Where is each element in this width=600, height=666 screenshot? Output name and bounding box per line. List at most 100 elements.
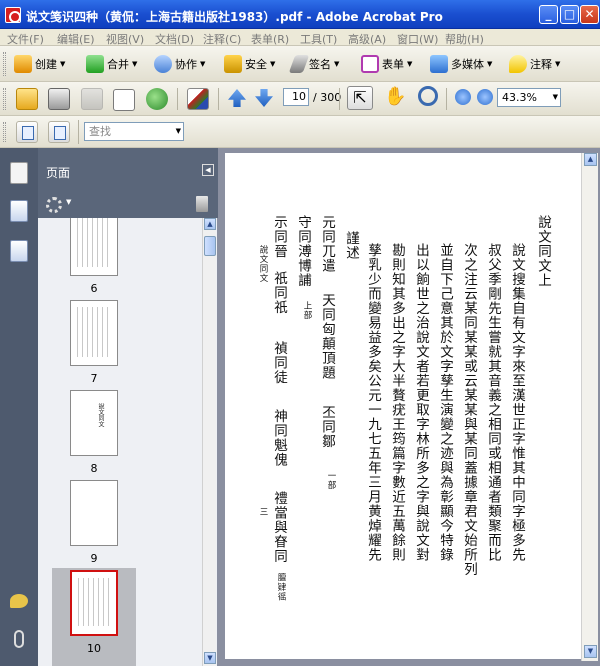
pages-icon[interactable] (10, 162, 28, 184)
pages-panel: 页面 ◀ ▼ 6 7 說文同文 8 9 10 ▲ ▼ (38, 148, 218, 666)
scroll-up-icon[interactable]: ▲ (204, 218, 216, 230)
open-folder-icon[interactable] (16, 88, 38, 110)
collaborate-label: 协作 (175, 58, 197, 71)
thumbnail-label: 7 (90, 372, 98, 385)
menu-window[interactable]: 窗口(W) (397, 31, 438, 47)
comment-label: 注释 (530, 58, 552, 71)
maximize-button[interactable]: □ (560, 5, 579, 24)
hand-tool-icon[interactable]: ✋ (384, 86, 406, 107)
multimedia-icon (430, 55, 448, 73)
pen-icon (288, 55, 310, 73)
toolbar-grip[interactable] (3, 52, 6, 76)
thumbnail-label: 10 (87, 642, 101, 655)
menu-file[interactable]: 文件(F) (7, 31, 44, 47)
find-input[interactable]: 查找 ▼ (84, 122, 184, 141)
combine-icon (86, 55, 104, 73)
web-upload-icon[interactable] (146, 88, 168, 110)
collaborate-button[interactable]: 协作 ▼ (154, 54, 205, 74)
zoom-level-select[interactable]: 43.3% ▼ (497, 88, 561, 107)
chevron-down-icon: ▼ (552, 93, 558, 101)
menu-edit[interactable]: 编辑(E) (57, 31, 95, 47)
forms-icon (361, 55, 379, 73)
minimize-button[interactable]: _ (539, 5, 558, 24)
scroll-down-icon[interactable]: ▼ (584, 645, 597, 658)
zoom-tool-icon[interactable] (418, 86, 438, 106)
attachments-icon[interactable] (14, 630, 24, 648)
page-thumbnail[interactable] (70, 480, 118, 546)
text-column: 神同魁傀 (271, 409, 287, 467)
zoom-in-icon[interactable] (477, 89, 493, 105)
menu-bar: 文件(F) 编辑(E) 视图(V) 文档(D) 注释(C) 表单(R) 工具(T… (0, 29, 600, 46)
toolbar-grip[interactable] (3, 88, 6, 110)
secure-button[interactable]: 安全 ▼ (224, 54, 275, 74)
toolbar-grip[interactable] (3, 122, 6, 142)
sign-button[interactable]: 签名 ▼ (288, 54, 339, 74)
page-number-input[interactable]: 10 (283, 88, 309, 106)
section-label: 一部 (326, 471, 336, 490)
text-column: 說文搜集自有文字來至漢世正字惟其中同字極多先 (509, 243, 525, 562)
thumbnail-text: 說文同文 (97, 403, 104, 427)
page-thumbnail[interactable] (70, 218, 118, 276)
save-icon[interactable] (81, 88, 103, 110)
pdf-page: 說文同文上 說文搜集自有文字來至漢世正字惟其中同字極多先 叔父季剛先生嘗就其音義… (225, 153, 581, 659)
forms-button[interactable]: 表单 ▼ (361, 54, 412, 74)
close-button[interactable]: ✕ (580, 5, 599, 24)
chevron-down-icon[interactable]: ▼ (66, 198, 71, 206)
print-icon[interactable] (48, 88, 70, 110)
page-thumbnail[interactable]: 說文同文 (70, 390, 118, 456)
menu-document[interactable]: 文档(D) (155, 31, 194, 47)
bookmarks-icon[interactable] (10, 200, 28, 222)
scrollbar-thumb[interactable] (204, 236, 216, 256)
email-icon[interactable] (113, 89, 135, 111)
text-column: 丕同鄒 (319, 405, 335, 449)
trash-icon[interactable] (196, 196, 208, 212)
page-thumbnail-selected[interactable] (70, 570, 118, 636)
document-scrollbar[interactable]: ▲ ▼ (581, 153, 598, 661)
zoom-out-icon[interactable] (455, 89, 471, 105)
multimedia-button[interactable]: 多媒体 ▼ (430, 54, 492, 74)
create-button[interactable]: 创建 ▼ (14, 54, 65, 74)
comment-button[interactable]: 注释 ▼ (509, 54, 560, 74)
comment-icon (509, 55, 527, 73)
multimedia-label: 多媒体 (451, 58, 484, 71)
collaborate-icon (154, 55, 172, 73)
page-total: / 300 (313, 91, 342, 104)
section-label: 上部 (302, 301, 312, 320)
thumbnail-list: 6 7 說文同文 8 9 10 (38, 218, 202, 666)
pages-panel-title: 页面 (46, 166, 71, 180)
menu-tools[interactable]: 工具(T) (300, 31, 337, 47)
create-label: 创建 (35, 58, 57, 71)
comments-icon[interactable] (10, 594, 28, 608)
thumbnail-label: 8 (90, 462, 98, 475)
select-tool-icon[interactable]: ⇱ (347, 86, 373, 110)
text-column: 禮當與眘同 (271, 491, 287, 564)
thumbnail-scrollbar[interactable]: ▲ ▼ (202, 218, 216, 666)
zoom-level-value: 43.3% (502, 91, 537, 104)
text-column: 禎同徒 (271, 341, 287, 385)
find-placeholder: 查找 (89, 125, 111, 138)
combine-button[interactable]: 合并 ▼ (86, 54, 137, 74)
acrobat-app-icon (5, 7, 21, 23)
forms-label: 表单 (382, 58, 404, 71)
fit-width-button[interactable] (16, 121, 38, 143)
collapse-panel-button[interactable]: ◀ (202, 164, 214, 176)
fit-page-button[interactable] (48, 121, 70, 143)
menu-help[interactable]: 帮助(H) (445, 31, 484, 47)
next-page-icon[interactable] (255, 89, 273, 107)
combine-label: 合并 (107, 58, 129, 71)
menu-view[interactable]: 视图(V) (106, 31, 144, 47)
pages-panel-header: 页面 ◀ (38, 148, 218, 190)
menu-advanced[interactable]: 高级(A) (348, 31, 386, 47)
menu-forms[interactable]: 表单(R) (251, 31, 289, 47)
color-picker-icon[interactable] (187, 88, 209, 110)
gear-icon[interactable] (46, 197, 62, 213)
signatures-icon[interactable] (10, 240, 28, 262)
small-annotation: 膻肄徭 (276, 573, 286, 602)
page-thumbnail[interactable] (70, 300, 118, 366)
scroll-down-icon[interactable]: ▼ (204, 652, 216, 664)
scroll-up-icon[interactable]: ▲ (584, 153, 597, 166)
menu-comments[interactable]: 注释(C) (203, 31, 241, 47)
toolbar-separator (78, 120, 79, 144)
window-title: 说文笺识四种（黄侃：上海古籍出版社1983）.pdf - Adobe Acrob… (26, 10, 443, 24)
previous-page-icon[interactable] (228, 89, 246, 107)
